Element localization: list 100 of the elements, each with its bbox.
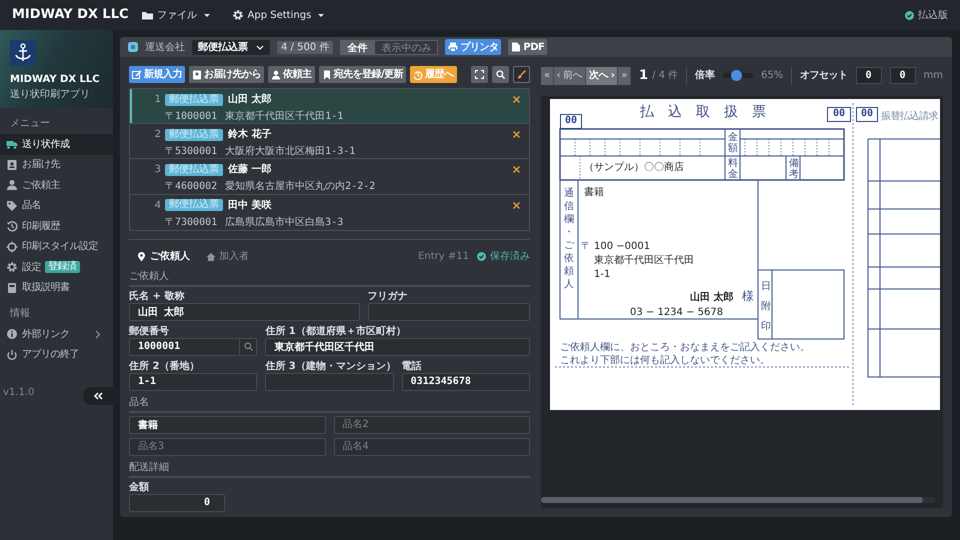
field-label: 電話 [402,360,423,373]
postal-code: 100 −0001 [594,240,650,252]
sidebar-item[interactable]: 送り状作成 [0,134,113,154]
input-field[interactable]: 1-1 [129,372,258,391]
sidebar-item[interactable]: 印刷スタイル設定 [0,236,113,257]
unit-label: mm [924,69,943,84]
contact-card-icon [192,70,202,80]
entry-row[interactable]: 3 郵便払込票 佐藤 一郎 〒4600002 愛知県名古屋市中区丸の内2-2-2 [130,159,529,195]
postal-code: 〒5300001 [165,145,218,160]
horizontal-scrollbar[interactable] [541,496,935,502]
input-field[interactable]: 0312345678 [402,372,530,391]
entry-name: 佐藤 一郎 [228,162,272,178]
sidebar-item[interactable]: 設定 登録済 [0,257,113,278]
input-field[interactable] [265,372,394,391]
person-icon [6,179,18,192]
menu-button[interactable]: App Settings [228,8,328,22]
sidebar-item[interactable]: 外部リンク [0,324,113,344]
close-icon [512,200,521,210]
code-box: 00 [827,106,851,122]
input-field[interactable]: 書籍 [129,416,326,434]
pager-button[interactable]: 次へ › [586,66,618,85]
input-field[interactable]: 品名2 [334,416,530,434]
close-icon [512,95,521,104]
input-field[interactable]: 東京都千代田区千代田 [265,338,530,356]
offset-field[interactable]: 0 [890,67,916,84]
sidebar-item[interactable]: お届け先 [0,154,113,175]
input-field[interactable] [368,302,530,321]
input-field[interactable]: 山田 太郎 [129,302,360,321]
field-label: 通信欄・ご依頼人 [564,186,574,290]
carrier-tag: 郵便払込票 [165,94,223,106]
brush-button[interactable] [513,66,530,83]
caret-icon [256,44,264,50]
pager-button[interactable]: ‹ 前へ [554,66,586,85]
settings-icon [232,9,244,21]
item-label: アプリの終了 [22,348,79,362]
truck-icon [6,138,18,150]
entry-name: 鈴木 花子 [228,128,272,142]
action-button[interactable]: お届け先から [189,66,264,83]
page-total: / 4 件 [652,69,678,84]
entry-address: 愛知県名古屋市中区丸の内2-2-2 [225,180,376,194]
filter-toggle[interactable]: 全件 [340,40,374,54]
sidebar-item[interactable]: 印刷履歴 [0,216,113,236]
form-tab[interactable]: ご依頼人 [129,249,198,264]
item-name: 書籍 [584,186,604,198]
history-icon [413,70,424,80]
filter-toggle[interactable]: 表示中のみ [374,40,438,54]
entry-row[interactable]: 2 郵便払込票 鈴木 花子 〒5300001 大阪府大阪市北区梅田1-3-1 [130,124,529,160]
collapse-button[interactable] [83,387,113,405]
honorific: 様 [742,290,754,303]
sidebar-item[interactable]: 取扱説明書 [0,278,113,298]
pager-button[interactable]: « [541,66,554,85]
tag-icon [128,42,138,52]
carrier-label: 運送会社 [145,40,185,54]
zoom-label: 倍率 [695,68,716,84]
sidebar-item[interactable]: 品名 [0,196,113,216]
document-icon [511,42,522,52]
delete-button[interactable] [512,165,521,174]
carrier-tag: 郵便払込票 [165,164,223,176]
slider-thumb[interactable] [731,70,742,82]
input-field[interactable]: 品名3 [129,438,326,456]
field-label: 料金 [728,158,738,180]
pager-button[interactable]: » [618,66,632,85]
postal-code: 〒4600002 [165,180,218,194]
tag-icon [6,200,18,212]
search-button[interactable] [492,66,509,83]
field-label: 金額 [728,132,738,154]
toolbar-button[interactable]: PDF [508,39,548,55]
delete-button[interactable] [512,200,521,210]
input-field[interactable]: 品名4 [334,438,530,456]
count-badge: 4 / 500 件 [277,40,334,54]
input-field[interactable]: 1000001 [129,338,240,356]
search-button[interactable] [240,338,258,356]
fullscreen-button[interactable] [471,66,488,83]
double-chevron-left-icon [93,392,103,400]
close-icon [512,165,521,174]
carrier-select[interactable]: 郵便払込票 [192,40,270,54]
entry-address: 大阪府大阪市北区梅田1-3-1 [225,144,356,160]
book-icon [6,282,18,294]
entry-row[interactable]: 4 郵便払込票 田中 美咲 〒7300001 広島県広島市中区白島3-3 [130,194,529,230]
entry-name: 山田 太郎 [228,92,272,107]
field-label: フリガナ [368,290,409,303]
item-label: 取扱説明書 [22,280,70,296]
delete-button[interactable] [512,95,521,104]
sidebar-item[interactable]: ご依頼主 [0,175,113,196]
code-box: 00 [856,106,878,122]
sidebar-item[interactable]: アプリの終了 [0,344,113,365]
zoom-slider[interactable] [723,73,753,78]
offset-field[interactable]: 0 [856,67,882,84]
field-label: 住所 3（建物・マンション） [265,360,394,373]
delete-button[interactable] [512,130,521,140]
entry-row[interactable]: 1 郵便払込票 山田 太郎 〒1000001 東京都千代田区千代田1-1 [130,89,529,124]
form-tab[interactable]: 加入者 [198,249,257,264]
form-note: ご依頼人欄に、おところ・おなまえをご記入ください。 [560,342,810,352]
action-button[interactable]: 依頼主 [268,66,314,83]
app-name: MIDWAY DX LLC [10,73,101,87]
action-button[interactable]: 宛先を登録/更新 [318,66,406,83]
input-field[interactable]: 0 [129,494,225,512]
menu-button[interactable]: ファイル [137,8,214,22]
printer-icon [448,42,458,52]
history-icon [6,220,18,232]
